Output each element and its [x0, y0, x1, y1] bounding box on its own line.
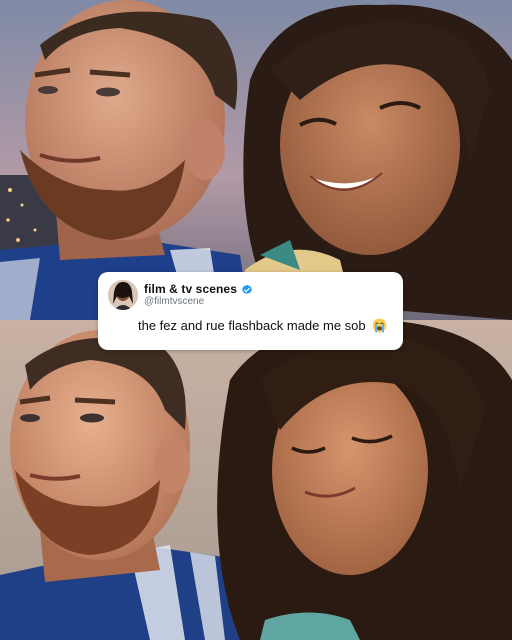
tweet-text: the fez and rue flashback made me sob	[138, 318, 387, 333]
display-name[interactable]: film & tv scenes	[144, 282, 237, 296]
post-image: film & tv scenes @filmtvscene the fez an…	[0, 0, 512, 640]
tweet-text-body: the fez and rue flashback made me sob	[138, 318, 366, 333]
name-row: film & tv scenes	[144, 282, 253, 296]
verified-badge-icon	[241, 283, 253, 295]
avatar[interactable]	[108, 280, 138, 310]
handle[interactable]: @filmtvscene	[144, 296, 204, 307]
tweet-card: film & tv scenes @filmtvscene the fez an…	[98, 272, 403, 350]
crying-face-icon	[372, 318, 387, 333]
bottom-photo	[0, 320, 512, 640]
